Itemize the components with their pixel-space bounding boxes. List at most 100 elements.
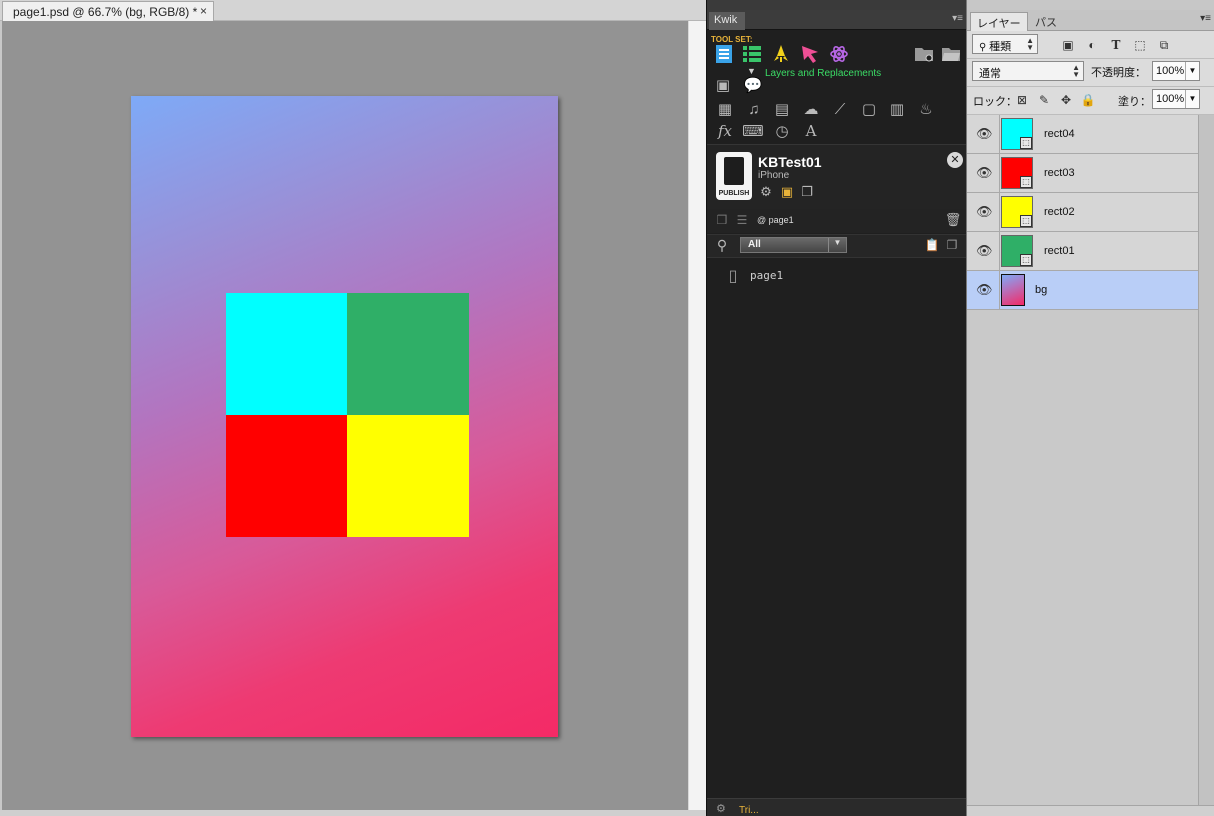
layer-name: rect02 [1044,206,1075,218]
search-icon: ⚲ [979,42,990,53]
timer-icon[interactable]: ◷ [772,121,792,141]
filter-select[interactable]: All ▼ [740,237,847,253]
brush-icon[interactable]: ✎ [1036,92,1052,108]
pages-icon[interactable]: ❒ [714,211,730,229]
eye-icon[interactable]: 👁 [976,283,993,297]
clipboard-icon[interactable]: 📋 [923,236,941,254]
blend-mode-value: 通常 [979,68,1001,80]
path-icon[interactable]: ⟋ [830,99,850,119]
divider [999,271,1000,310]
eye-icon[interactable]: 👁 [976,127,993,141]
canvas-rect04-cyan[interactable] [226,293,347,415]
page-file-icon: ▯ [728,268,738,285]
layers-toolset-icon[interactable] [741,43,763,65]
pointer-toolset-icon[interactable] [799,43,821,65]
layers-panel-collapse-strip[interactable] [967,0,1214,10]
kind-filter-select[interactable]: ⚲ 種類 ▲ ▼ [972,34,1038,54]
type-filter-icon[interactable]: T [1108,37,1124,53]
canvas-rect02-yellow[interactable] [347,415,469,537]
atom-toolset-icon[interactable] [828,43,850,65]
chevron-down-icon: ▼ [828,238,846,252]
cloud-icon[interactable]: ☁ [801,99,821,119]
smart-object-filter-icon[interactable]: ⧉ [1156,37,1172,53]
adjustment-filter-icon[interactable]: ◐ [1084,37,1100,53]
blend-mode-select[interactable]: 通常 ▲ ▼ [972,61,1084,81]
page-toolset-icon[interactable] [713,43,735,65]
settings-icon[interactable]: ⚙ [716,802,726,815]
speech-bubble-icon[interactable]: 💬 [743,75,763,95]
project-name: KBTest01 [758,154,822,170]
layer-thumbnail: ⬚ [1001,157,1033,189]
audio-list-icon[interactable]: ♫ [744,99,764,119]
fill-value: 100% [1156,93,1185,105]
project-device: iPhone [758,170,790,181]
document-area: page1.psd @ 66.7% (bg, RGB/8) * × [0,0,706,816]
duplicate-icon[interactable]: ❐ [943,236,961,254]
eye-icon[interactable]: 👁 [976,166,993,180]
chevron-down-icon[interactable]: ▼ [1185,62,1199,80]
canvas-vertical-scrollbar[interactable] [688,21,706,812]
layer-thumbnail: ⬚ [1001,118,1033,150]
folder-open-icon[interactable] [940,43,962,65]
layer-row-bg[interactable]: 👁 bg [967,271,1198,310]
document-status-bar [0,810,706,816]
lock-row: ロック： ⊠ ✎ ✥ 🔒 塗り： 100% ▼ [967,87,1214,115]
shape-filter-icon[interactable]: ⬚ [1132,37,1148,53]
settings-icon[interactable]: ⚙ [758,183,774,201]
publish-device-icon[interactable]: PUBLISH [716,152,752,200]
frame-icon[interactable]: ▢ [859,99,879,119]
kwik-panel: Kwik ▾≡ TOOL SET: ▼ Layers and Replaceme… [706,0,967,816]
move-icon[interactable]: ✥ [1058,92,1074,108]
lock-transparency-icon[interactable]: ⊠ [1014,92,1030,108]
lock-icon[interactable]: 🔒 [1080,92,1096,108]
layer-row-rect01[interactable]: 👁 ⬚ rect01 [967,232,1198,271]
film-icon[interactable]: ▤ [772,99,792,119]
tab-kwik[interactable]: Kwik [709,12,745,30]
grid-icon[interactable]: ▦ [715,99,735,119]
search-icon[interactable]: ⚲ [713,236,731,254]
layers-vertical-scrollbar[interactable] [1198,115,1214,805]
panel-menu-icon[interactable]: ▾≡ [952,13,963,24]
document-tab[interactable]: page1.psd @ 66.7% (bg, RGB/8) * × [2,1,214,21]
canvas-rect03-red[interactable] [226,415,347,537]
layer-row-rect04[interactable]: 👁 ⬚ rect04 [967,115,1198,154]
trash-icon[interactable]: 🗑 [945,211,962,229]
blend-mode-row: 通常 ▲ ▼ 不透明度： 100% ▼ [967,59,1214,87]
flame-icon[interactable]: ♨ [916,99,936,119]
layers-and-replacements-label: Layers and Replacements [765,68,882,79]
layer-name: rect01 [1044,245,1075,257]
layers-bottom-toolbar [967,805,1214,816]
layer-row-rect03[interactable]: 👁 ⬚ rect03 [967,154,1198,193]
opacity-field[interactable]: 100% ▼ [1152,61,1200,81]
tab-layers[interactable]: レイヤー [970,12,1028,31]
photoshop-window: page1.psd @ 66.7% (bg, RGB/8) * × Kwik ▾… [0,0,1214,816]
page-list-item[interactable]: page1 [750,269,783,289]
folder-add-icon[interactable] [913,43,935,65]
layers-tab-row: レイヤー パス ▾≡ [967,10,1214,31]
image-icon[interactable]: ▣ [713,75,733,95]
layer-name: rect03 [1044,167,1075,179]
rocket-toolset-icon[interactable] [770,43,792,65]
close-project-icon[interactable]: ✕ [947,152,963,168]
panel-menu-icon[interactable]: ▾≡ [1200,13,1211,24]
pixel-layer-filter-icon[interactable]: ▣ [1060,37,1076,53]
layer-thumbnail: ⬚ [1001,196,1033,228]
fill-field[interactable]: 100% ▼ [1152,89,1200,109]
publish-image-icon[interactable]: ▣ [778,183,796,201]
calculator-icon[interactable]: ▥ [887,99,907,119]
layer-row-rect02[interactable]: 👁 ⬚ rect02 [967,193,1198,232]
eye-icon[interactable]: 👁 [976,205,993,219]
list-icon[interactable]: ☰ [733,211,751,229]
copy-icon[interactable]: ❐ [799,183,815,201]
keyboard-icon[interactable]: ⌨ [742,121,764,141]
close-icon[interactable]: × [200,4,207,18]
tab-paths[interactable]: パス [1029,12,1063,31]
eye-icon[interactable]: 👁 [976,244,993,258]
canvas-rect01-green[interactable] [347,293,469,415]
function-icon[interactable]: fx [715,121,735,141]
kwik-panel-collapse-strip[interactable] [707,0,967,10]
font-icon[interactable]: A [801,121,821,141]
chevron-down-icon[interactable]: ▼ [1185,90,1199,108]
layer-name: rect04 [1044,128,1075,140]
layer-name: bg [1035,284,1048,296]
